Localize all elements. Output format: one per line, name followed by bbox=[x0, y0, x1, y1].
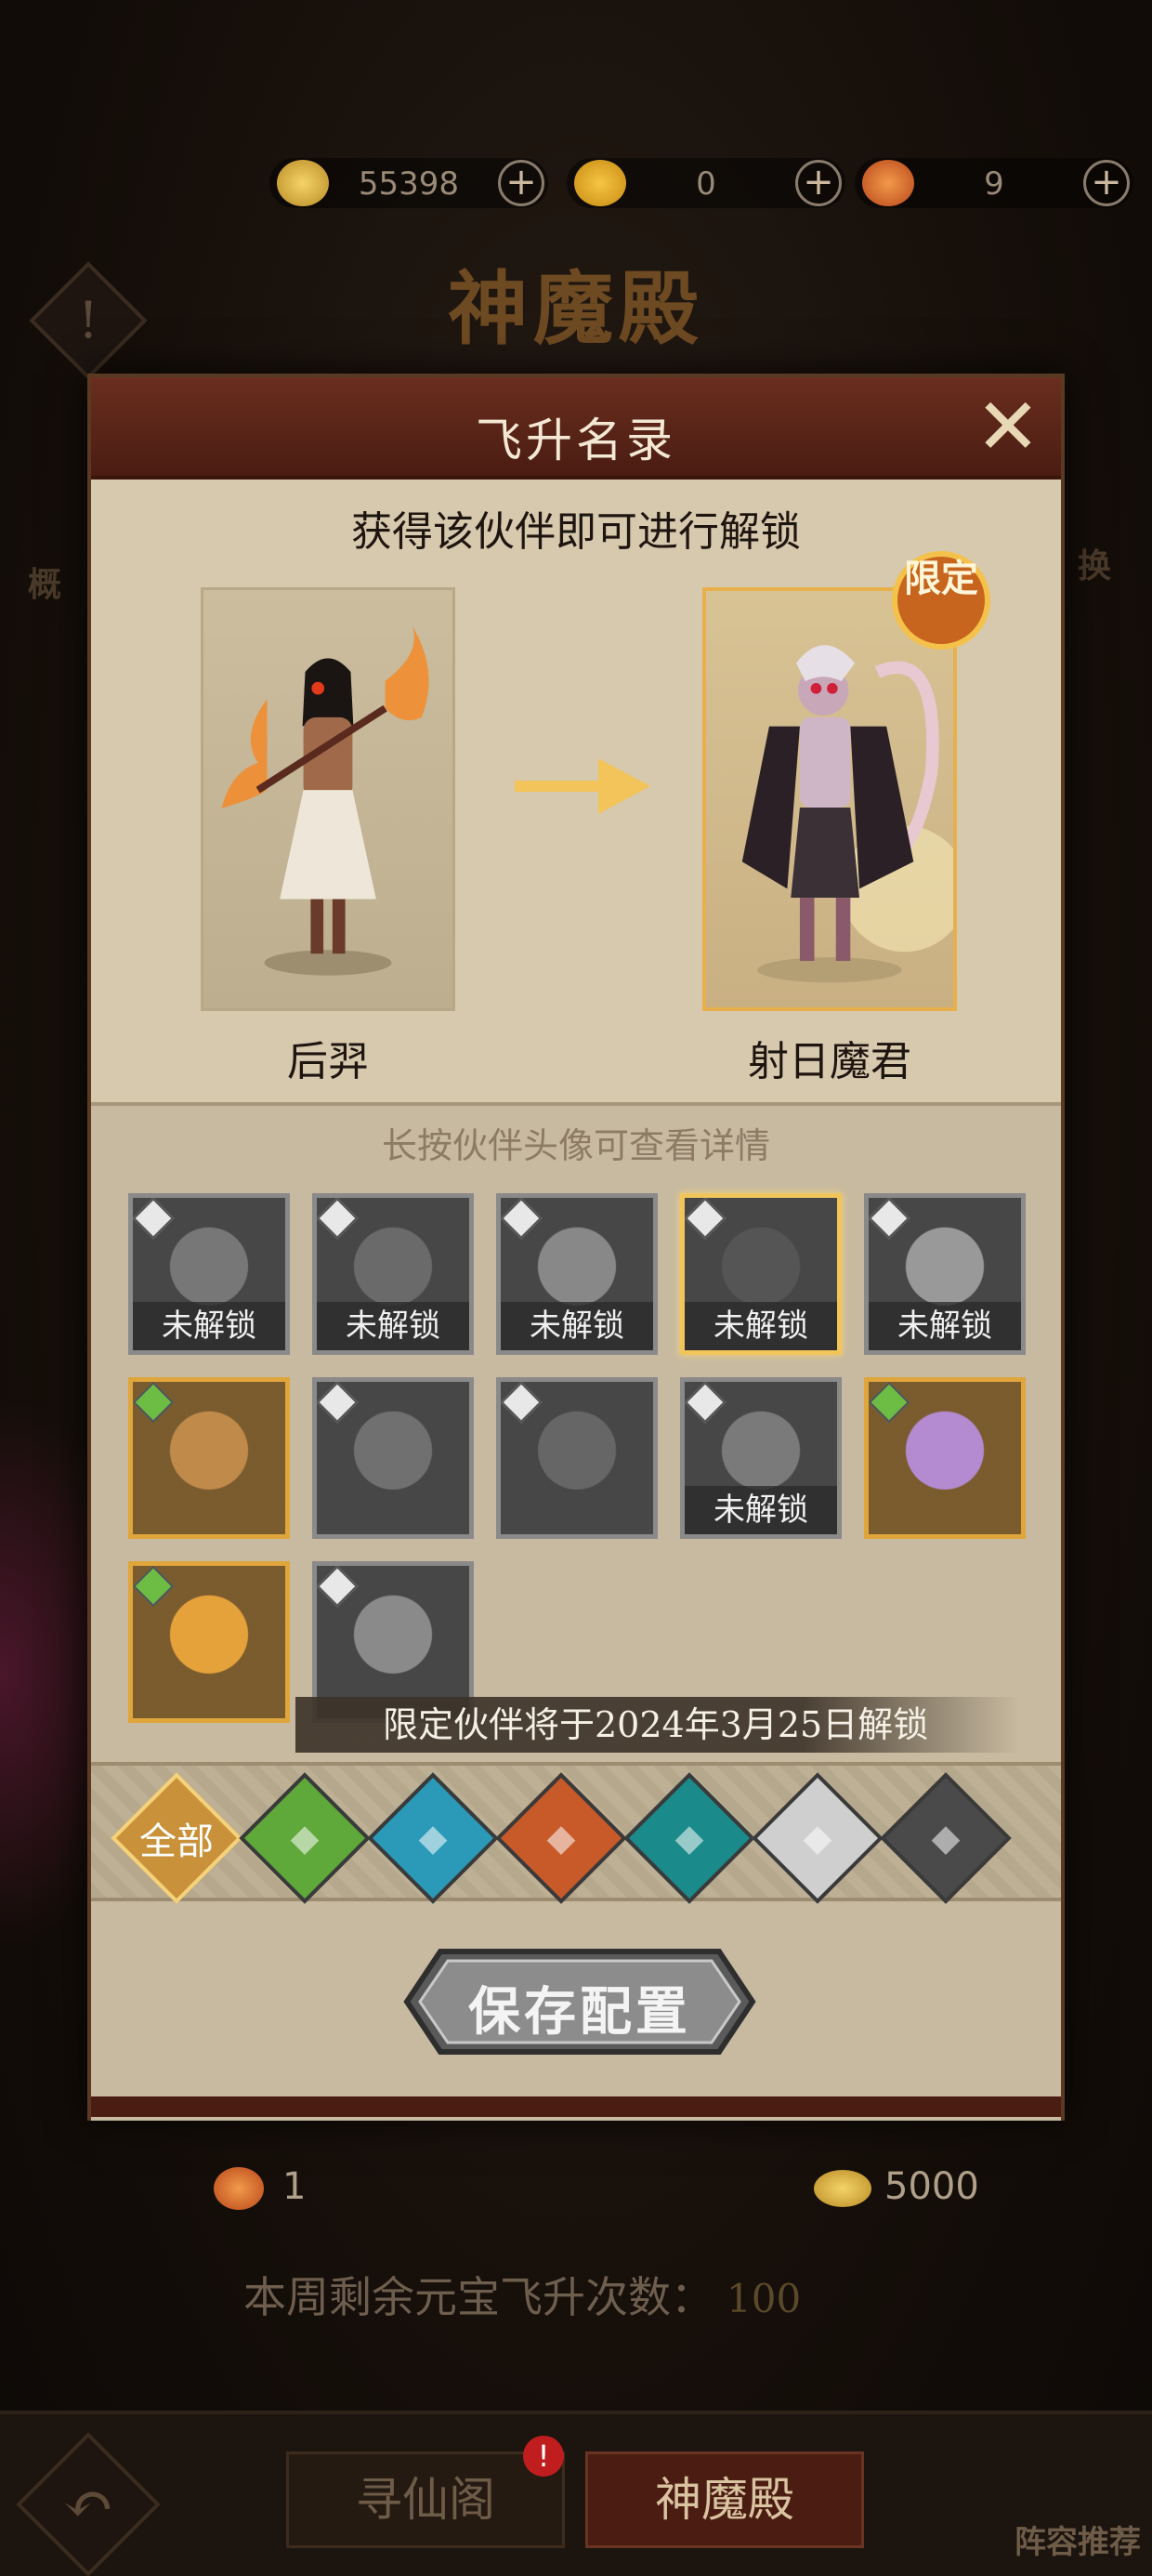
limited-badge: 限定 bbox=[890, 545, 992, 656]
companion-card[interactable]: 未解锁 bbox=[680, 1193, 842, 1355]
reward-left-value: 1 bbox=[282, 2165, 307, 2208]
filter-swallow-icon[interactable]: ◆ bbox=[239, 1772, 371, 1904]
gold-ingot-icon bbox=[814, 2170, 871, 2207]
demon-icon: ◆ bbox=[931, 1817, 961, 1860]
companion-card[interactable] bbox=[496, 1377, 658, 1539]
swallow-icon: ◆ bbox=[290, 1817, 320, 1860]
filter-fox-icon[interactable]: ◆ bbox=[495, 1772, 627, 1904]
save-config-label: 保存配置 bbox=[468, 1981, 691, 2043]
filter-crane-icon[interactable]: ◆ bbox=[367, 1772, 499, 1904]
add-token-button[interactable]: + bbox=[1083, 160, 1130, 206]
resource-coin: 0 + bbox=[567, 158, 845, 208]
locked-label: 未解锁 bbox=[685, 1302, 837, 1350]
reward-left: 1 bbox=[214, 2165, 306, 2210]
from-hero-portrait[interactable] bbox=[201, 587, 455, 1011]
companion-card[interactable]: 未解锁 bbox=[128, 1193, 290, 1355]
resource-token-value: 9 bbox=[984, 165, 1004, 203]
resource-gold: 55398 + bbox=[269, 158, 548, 208]
beast-icon: ◆ bbox=[674, 1817, 704, 1860]
dragon-icon: ◆ bbox=[803, 1817, 832, 1860]
longpress-hint: 长按伙伴头像可查看详情 bbox=[381, 1125, 770, 1166]
reward-right-value: 5000 bbox=[884, 2165, 979, 2208]
resource-coin-value: 0 bbox=[696, 165, 716, 203]
companion-card[interactable] bbox=[128, 1377, 290, 1539]
ascension-token-icon bbox=[862, 160, 914, 206]
filter-dragon-icon[interactable]: ◆ bbox=[752, 1772, 884, 1904]
filter-demon-icon[interactable]: ◆ bbox=[880, 1772, 1012, 1904]
locked-label: 未解锁 bbox=[869, 1302, 1021, 1350]
close-button[interactable]: ✕ bbox=[974, 388, 1042, 466]
companion-card[interactable] bbox=[128, 1561, 290, 1723]
bottom-navigation: ↶ 寻仙阁 ! 神魔殿 阵容推荐 bbox=[0, 2411, 1152, 2576]
from-hero-name: 后羿 bbox=[287, 1038, 369, 1085]
hall-title: 神魔殿 bbox=[448, 262, 704, 356]
resource-bar: 55398 + 0 + 9 + bbox=[269, 149, 1133, 216]
weekly-remaining: 本周剩余元宝飞升次数： 100 bbox=[243, 2264, 801, 2325]
companion-card[interactable] bbox=[312, 1377, 474, 1539]
faction-filter-bar: 全部 ◆ ◆ ◆ ◆ ◆ ◆ bbox=[91, 1762, 1061, 1904]
add-gold-button[interactable]: + bbox=[498, 160, 544, 206]
coin-icon bbox=[574, 160, 626, 206]
weekly-label: 本周剩余元宝飞升次数： bbox=[243, 2272, 713, 2322]
notification-badge: ! bbox=[523, 2436, 564, 2477]
companion-card[interactable]: 未解锁 bbox=[496, 1193, 658, 1355]
modal-footer bbox=[91, 2096, 1061, 2117]
add-coin-button[interactable]: + bbox=[795, 160, 842, 206]
tab-xunxian[interactable]: 寻仙阁 ! bbox=[286, 2436, 565, 2548]
side-label-left: 概 bbox=[28, 565, 62, 604]
archer-hero-figure bbox=[221, 626, 429, 976]
resource-gold-value: 55398 bbox=[358, 165, 460, 203]
companion-card[interactable]: 未解锁 bbox=[312, 1193, 474, 1355]
to-hero-name: 射日魔君 bbox=[748, 1038, 911, 1085]
locked-label: 未解锁 bbox=[685, 1486, 837, 1534]
modal-header: 飞升名录 ✕ bbox=[91, 377, 1061, 480]
locked-label: 未解锁 bbox=[317, 1302, 469, 1350]
back-arrow-icon: ↶ bbox=[62, 2468, 114, 2540]
reward-right: 5000 bbox=[814, 2165, 979, 2208]
lineup-recommend-button[interactable]: 阵容推荐 bbox=[1015, 2517, 1141, 2562]
limited-unlock-banner: 限定伙伴将于2024年3月25日解锁 bbox=[295, 1697, 1020, 1753]
companion-card[interactable]: 未解锁 bbox=[680, 1377, 842, 1539]
companion-card[interactable]: 未解锁 bbox=[864, 1193, 1026, 1355]
filter-beast-icon[interactable]: ◆ bbox=[623, 1772, 755, 1904]
tab-xunxian-label: 寻仙阁 bbox=[356, 2473, 495, 2527]
modal-title: 飞升名录 bbox=[476, 414, 676, 467]
filter-all-label: 全部 bbox=[139, 1820, 214, 1863]
fox-icon: ◆ bbox=[546, 1817, 576, 1860]
back-button[interactable]: ↶ bbox=[16, 2432, 161, 2576]
exclamation-icon: ! bbox=[78, 291, 98, 349]
companion-card[interactable] bbox=[864, 1377, 1026, 1539]
ascension-token-icon bbox=[214, 2167, 264, 2210]
weekly-value: 100 bbox=[727, 2276, 802, 2321]
ascension-list-modal: 飞升名录 ✕ 获得该伙伴即可进行解锁 限定 后羿 射日魔君 长按伙伴头像可查看详… bbox=[87, 374, 1065, 2121]
arrow-right-icon bbox=[515, 758, 650, 814]
crane-icon: ◆ bbox=[418, 1817, 448, 1860]
limited-badge-text: 限定 bbox=[904, 557, 978, 600]
tab-shenmo[interactable]: 神魔殿 bbox=[585, 2451, 864, 2548]
filter-all-filter[interactable]: 全部 bbox=[111, 1772, 242, 1904]
locked-label: 未解锁 bbox=[501, 1302, 653, 1350]
gold-ingot-icon bbox=[277, 160, 329, 206]
resource-token: 9 + bbox=[855, 158, 1133, 208]
tab-shenmo-label: 神魔殿 bbox=[655, 2473, 794, 2527]
side-label-right: 换 bbox=[1078, 546, 1112, 585]
save-config-button[interactable]: 保存配置 bbox=[403, 1948, 756, 2056]
locked-label: 未解锁 bbox=[133, 1302, 285, 1350]
